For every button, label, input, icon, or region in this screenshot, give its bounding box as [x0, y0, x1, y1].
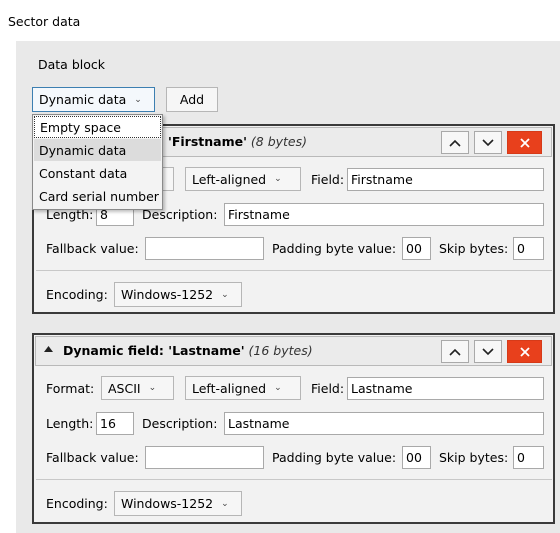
field-card-title: 'Firstname' (8 bytes): [168, 134, 307, 149]
skip-bytes-label: Skip bytes:: [439, 241, 509, 256]
data-block-type-dropdown: Empty space Dynamic data Constant data C…: [32, 114, 163, 210]
close-icon: [519, 346, 530, 357]
skip-bytes-input[interactable]: 0: [513, 237, 544, 260]
dropdown-option-dynamic-data[interactable]: Dynamic data: [34, 139, 161, 161]
data-block-type-select[interactable]: Dynamic data ⌄: [32, 87, 155, 112]
dropdown-chevron-icon: ⌄: [134, 94, 142, 105]
dropdown-chevron-icon: ⌄: [221, 498, 229, 509]
dropdown-chevron-icon: ⌄: [274, 174, 282, 184]
collapse-triangle-icon[interactable]: [44, 346, 53, 353]
chevron-up-icon: [449, 348, 461, 356]
chevron-down-icon: [482, 138, 494, 146]
remove-field-button[interactable]: [507, 340, 542, 363]
data-block-type-value: Dynamic data: [39, 92, 127, 107]
move-down-button[interactable]: [474, 131, 502, 154]
dropdown-chevron-icon: ⌄: [148, 383, 157, 393]
format-select[interactable]: ASCII ⌄: [101, 376, 174, 400]
skip-bytes-label: Skip bytes:: [439, 450, 509, 465]
padding-input[interactable]: 00: [402, 237, 431, 260]
fallback-label: Fallback value:: [46, 450, 139, 465]
field-title-name: 'Firstname': [168, 134, 247, 149]
dropdown-option-card-serial-number[interactable]: Card serial number: [34, 185, 161, 207]
length-label: Length:: [46, 416, 94, 431]
add-button[interactable]: Add: [166, 87, 218, 112]
move-down-button[interactable]: [474, 340, 502, 363]
field-input[interactable]: Lastname: [347, 377, 544, 400]
fallback-input[interactable]: [145, 446, 264, 469]
alignment-select[interactable]: Left-aligned ⌄: [185, 167, 301, 191]
dropdown-option-empty-space[interactable]: Empty space: [34, 116, 161, 138]
field-label: Field:: [311, 381, 345, 396]
field-label: Field:: [311, 172, 345, 187]
dropdown-chevron-icon: ⌄: [274, 383, 282, 393]
encoding-value: Windows-1252: [121, 287, 214, 302]
description-label: Description:: [142, 416, 218, 431]
padding-label: Padding byte value:: [272, 241, 397, 256]
format-label: Format:: [46, 381, 95, 396]
move-up-button[interactable]: [441, 131, 469, 154]
fallback-label: Fallback value:: [46, 241, 139, 256]
alignment-select[interactable]: Left-aligned ⌄: [185, 376, 301, 400]
close-icon: [519, 137, 530, 148]
chevron-down-icon: [482, 347, 494, 355]
chevron-up-icon: [449, 139, 461, 147]
encoding-select[interactable]: Windows-1252 ⌄: [114, 491, 242, 516]
encoding-label: Encoding:: [46, 287, 108, 302]
dropdown-option-constant-data[interactable]: Constant data: [34, 162, 161, 184]
sector-data-title: Sector data: [8, 14, 81, 29]
length-input[interactable]: 16: [96, 412, 134, 435]
field-card-title: Dynamic field: 'Lastname' (16 bytes): [63, 343, 313, 358]
field-input[interactable]: Firstname: [347, 168, 544, 191]
padding-input[interactable]: 00: [402, 446, 431, 469]
format-value: ASCII: [108, 380, 141, 396]
data-block-label: Data block: [38, 57, 105, 72]
move-up-button[interactable]: [441, 340, 469, 363]
field-divider: [36, 479, 552, 480]
field-divider: [36, 270, 552, 271]
remove-field-button[interactable]: [507, 131, 542, 154]
field-title-name: Dynamic field: 'Lastname': [63, 343, 245, 358]
encoding-label: Encoding:: [46, 496, 108, 511]
field-size: (8 bytes): [250, 134, 308, 149]
alignment-value: Left-aligned: [192, 171, 267, 187]
alignment-value: Left-aligned: [192, 380, 267, 396]
dropdown-chevron-icon: ⌄: [221, 289, 229, 300]
description-input[interactable]: Lastname: [224, 412, 544, 435]
description-input[interactable]: Firstname: [224, 203, 544, 226]
field-size: (16 bytes): [248, 343, 313, 358]
encoding-select[interactable]: Windows-1252 ⌄: [114, 282, 242, 307]
fallback-input[interactable]: [145, 237, 264, 260]
encoding-value: Windows-1252: [121, 496, 214, 511]
skip-bytes-input[interactable]: 0: [513, 446, 544, 469]
padding-label: Padding byte value:: [272, 450, 397, 465]
